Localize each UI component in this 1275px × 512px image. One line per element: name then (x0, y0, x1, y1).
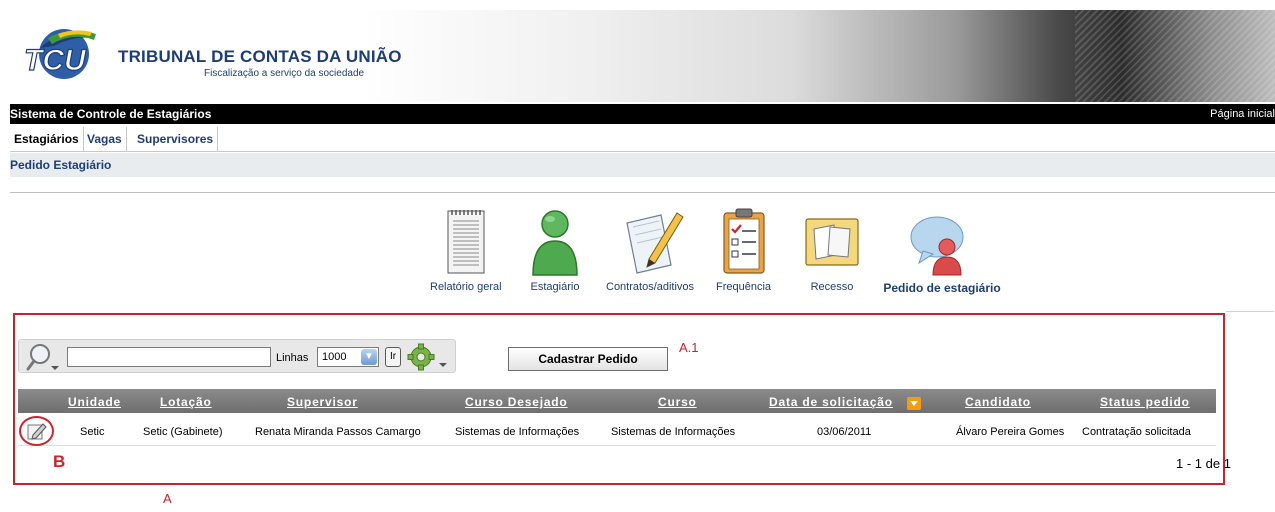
menu-label: Recesso (810, 281, 854, 293)
column-header-supervisor[interactable]: Supervisor (287, 395, 358, 409)
org-name: TRIBUNAL DE CONTAS DA UNIÃO (118, 47, 402, 66)
person-icon (532, 210, 578, 276)
menu-label: Contratos/aditivos (606, 281, 695, 293)
cell-unidade: Setic (80, 426, 105, 438)
cell-data-solicitacao: 03/06/2011 (817, 426, 872, 438)
cell-status-pedido: Contratação solicitada (1082, 426, 1191, 438)
svg-text:TCU: TCU (24, 44, 87, 77)
request-icon (910, 216, 964, 276)
system-title: Sistema de Controle de Estagiários (10, 107, 212, 121)
column-header-data-solicitacao[interactable]: Data de solicitação (769, 395, 893, 409)
subnav-bar: Pedido Estagiário (10, 153, 1275, 177)
search-input[interactable] (67, 347, 271, 367)
table-header: Unidade Lotação Supervisor Curso Desejad… (18, 389, 1216, 413)
menu-frequencia[interactable]: Frequência (716, 207, 771, 293)
rows-select-value: 1000 (322, 351, 347, 363)
menu-estagiario[interactable]: Estagiário (527, 207, 583, 293)
menu-pedido-estagiario[interactable]: Pedido de estagiário (879, 207, 1005, 295)
column-header-curso-desejado[interactable]: Curso Desejado (465, 395, 568, 409)
subnav-pedido-estagiario[interactable]: Pedido Estagiário (10, 158, 111, 172)
menu-label: Estagiário (530, 281, 580, 293)
sort-desc-icon[interactable] (907, 397, 921, 410)
register-request-button[interactable]: Cadastrar Pedido (508, 347, 668, 371)
gear-icon[interactable] (407, 343, 451, 371)
page-header: TCU TRIBUNAL DE CONTAS DA UNIÃO Fiscaliz… (0, 0, 1275, 102)
cell-curso: Sistemas de Informações (611, 426, 736, 438)
column-header-curso[interactable]: Curso (658, 395, 697, 409)
column-header-candidato[interactable]: Candidato (965, 395, 1031, 409)
annotation-label-a: A (163, 491, 172, 506)
tcu-logo: TCU (23, 29, 96, 79)
org-slogan: Fiscalização a serviço da sociedade (204, 68, 365, 79)
go-button[interactable]: Ir (385, 347, 401, 367)
divider (1226, 311, 1274, 312)
menu-label: Frequência (716, 281, 772, 293)
menu-recesso[interactable]: Recesso (802, 207, 862, 293)
cell-supervisor: Renata Miranda Passos Camargo (255, 426, 421, 438)
checklist-icon (722, 208, 765, 274)
menu-relatorio-geral[interactable]: Relatório geral (430, 207, 502, 293)
pagination-info: 1 - 1 de 1 (1176, 456, 1231, 471)
cell-curso-desejado: Sistemas de Informações (455, 426, 580, 438)
column-header-lotacao[interactable]: Lotação (160, 395, 212, 409)
system-bar: Sistema de Controle de Estagiários Págin… (10, 104, 1275, 124)
annotation-circle-b (19, 416, 54, 446)
menu-label: Pedido de estagiário (883, 281, 1001, 295)
cell-candidato: Álvaro Pereira Gomes (956, 426, 1065, 438)
annotation-label-b: B (53, 452, 66, 471)
contract-icon (626, 212, 684, 274)
table-row: Setic Setic (Gabinete) Renata Miranda Pa… (18, 414, 1216, 446)
notes-icon (805, 218, 859, 266)
tab-estagiarios[interactable]: Estagiários (10, 127, 84, 152)
annotation-label-a1: A.1 (679, 340, 699, 355)
menu-contratos[interactable]: Contratos/aditivos (606, 207, 694, 293)
menu-label: Relatório geral (430, 281, 502, 293)
column-header-unidade[interactable]: Unidade (68, 395, 121, 409)
home-link[interactable]: Página inicial (1210, 108, 1275, 120)
rows-label: Linhas (276, 352, 309, 364)
tab-supervisores[interactable]: Supervisores (133, 127, 219, 152)
report-icon (447, 210, 485, 274)
cell-lotacao: Setic (Gabinete) (143, 426, 223, 438)
rows-select[interactable]: 1000 ▼ (317, 347, 379, 367)
column-header-status-pedido[interactable]: Status pedido (1100, 395, 1190, 409)
chevron-down-icon: ▼ (361, 349, 377, 365)
divider (10, 192, 1275, 193)
nav-tabs: Estagiários Vagas Supervisores (10, 127, 1275, 152)
search-icon[interactable] (25, 342, 65, 372)
tab-vagas[interactable]: Vagas (83, 127, 127, 152)
